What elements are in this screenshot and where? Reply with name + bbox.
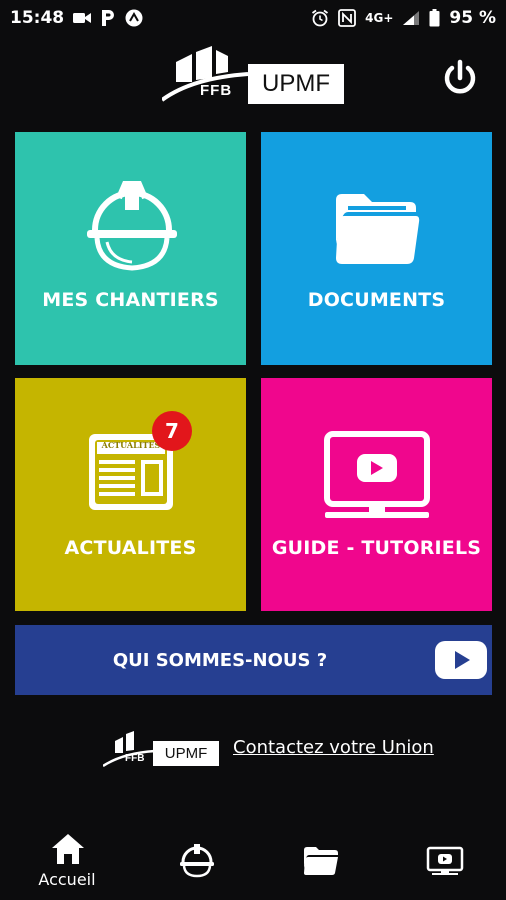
- tile-label: GUIDE - TUTORIELS: [271, 537, 482, 559]
- tile-guide-tutoriels[interactable]: GUIDE - TUTORIELS: [261, 378, 492, 611]
- tile-documents[interactable]: DOCUMENTS: [261, 132, 492, 365]
- signal-icon: [402, 10, 420, 26]
- footer-row: FFB UPMF Contactez votre Union: [0, 725, 506, 773]
- folder-icon: [304, 847, 338, 875]
- contact-union-link[interactable]: Contactez votre Union: [233, 737, 434, 758]
- video-camera-icon: [73, 11, 92, 25]
- nav-label: Accueil: [38, 870, 96, 889]
- qui-sommes-nous-banner[interactable]: QUI SOMMES-NOUS ?: [15, 625, 492, 695]
- small-logo-ffb-text: FFB: [125, 753, 145, 764]
- network-type: 4G+: [365, 11, 394, 25]
- nav-documents[interactable]: [275, 820, 365, 900]
- folder-icon: [336, 194, 420, 264]
- tile-mes-chantiers[interactable]: MES CHANTIERS: [15, 132, 246, 365]
- youtube-play-icon: [435, 641, 487, 679]
- power-icon: [444, 59, 476, 94]
- tile-label: ACTUALITES: [64, 537, 197, 559]
- tile-label: MES CHANTIERS: [42, 289, 219, 311]
- banner-label: QUI SOMMES-NOUS ?: [112, 649, 328, 671]
- home-icon: [52, 834, 84, 864]
- status-time: 15:48: [10, 8, 65, 28]
- app-header: FFB UPMF: [0, 36, 506, 114]
- status-bar-right: 4G+ 95 %: [311, 8, 496, 28]
- alarm-icon: [311, 9, 329, 27]
- notification-badge: 7: [152, 411, 192, 451]
- nav-tutoriels[interactable]: [400, 820, 490, 900]
- bottom-navigation: Accueil: [0, 820, 506, 900]
- battery-percent: 95 %: [449, 8, 496, 28]
- status-bar-left: 15:48: [10, 8, 143, 28]
- hard-hat-icon: [180, 844, 214, 878]
- tile-actualites[interactable]: ACTUALITES 7 ACTUALITES: [15, 378, 246, 611]
- ffb-upmf-small-logo: FFB UPMF: [103, 729, 221, 767]
- nfc-icon: [338, 9, 357, 27]
- video-monitor-icon: [324, 431, 430, 518]
- power-button[interactable]: [440, 58, 480, 98]
- notification-app-icon: [125, 9, 143, 27]
- ffb-upmf-logo: FFB UPMF: [162, 44, 346, 104]
- tile-label: DOCUMENTS: [307, 289, 446, 311]
- logo-ffb-text: FFB: [200, 82, 233, 99]
- small-logo-upmf-box: UPMF: [153, 741, 219, 766]
- nav-accueil[interactable]: Accueil: [22, 820, 112, 900]
- status-bar: 15:48 4G+ 95 %: [0, 0, 506, 36]
- parking-icon: [100, 9, 116, 27]
- hard-hat-icon: [87, 181, 177, 271]
- video-monitor-icon: [426, 846, 464, 875]
- logo-upmf-box: UPMF: [248, 64, 344, 104]
- nav-chantiers[interactable]: [152, 820, 242, 900]
- battery-icon: [429, 9, 440, 27]
